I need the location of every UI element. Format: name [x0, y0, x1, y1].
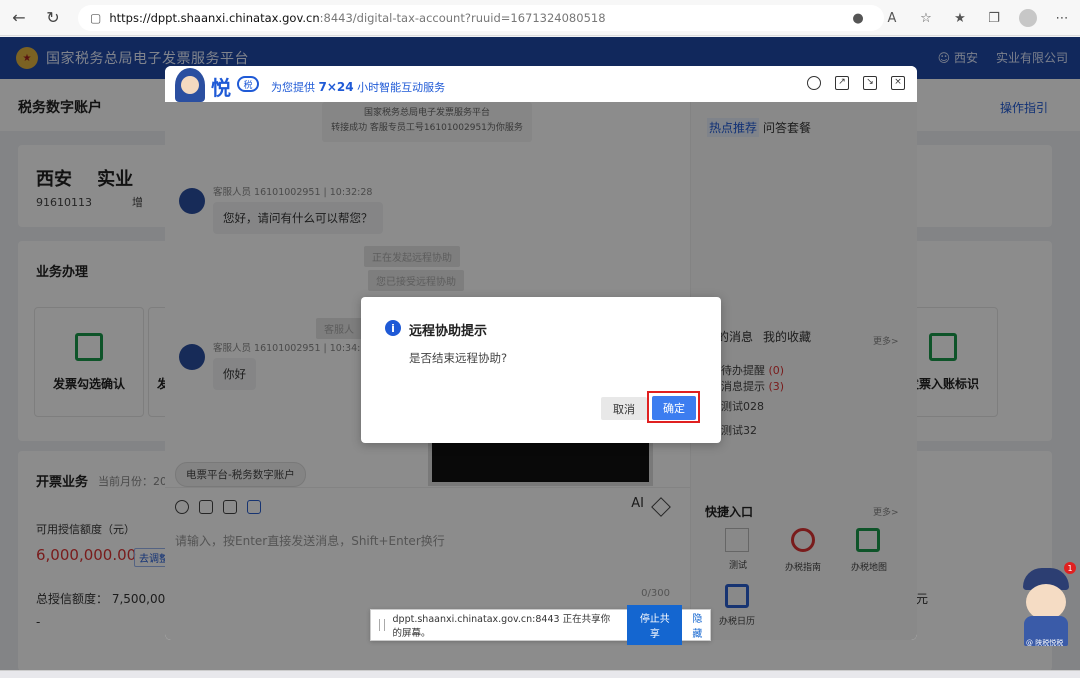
- close-icon[interactable]: ×: [891, 76, 905, 90]
- slogan: 为您提供 7×24 小时智能互动服务: [271, 80, 446, 94]
- hide-link[interactable]: 隐藏: [692, 610, 710, 640]
- notification-badge: 1: [1064, 562, 1076, 574]
- favorite-add-icon[interactable]: ☆: [914, 6, 938, 30]
- bot-face-icon: [181, 76, 199, 94]
- user-icon[interactable]: [807, 76, 821, 90]
- stop-sharing-button[interactable]: 停止共享: [627, 605, 683, 645]
- chat-header: 悦 税 为您提供 7×24 小时智能互动服务 ↗ ↘ ×: [165, 66, 917, 102]
- drag-handle-icon[interactable]: [379, 619, 385, 631]
- share-status: dppt.shaanxi.chinatax.gov.cn:8443 正在共享你的…: [392, 614, 611, 639]
- browser-actions: ● A ☆ ★ ❐ ⋯: [846, 6, 1074, 30]
- back-icon[interactable]: ←: [4, 3, 34, 33]
- url-path: :8443/digital-tax-account?ruuid=16713240…: [319, 11, 606, 25]
- taskbar: [0, 670, 1080, 678]
- profile-avatar[interactable]: [1016, 6, 1040, 30]
- remote-assist-dialog: i 远程协助提示 是否结束远程协助? 取消 确定: [361, 297, 721, 443]
- assistant-label: @ 陕税悦税: [1026, 639, 1064, 647]
- info-icon: i: [385, 320, 401, 336]
- collections-icon[interactable]: ❐: [982, 6, 1006, 30]
- url-domain: https://dppt.shaanxi.chinatax.gov.cn: [109, 11, 320, 25]
- dialog-title: 远程协助提示: [409, 324, 488, 339]
- floating-assistant[interactable]: 1 @ 陕税悦税: [1020, 562, 1076, 652]
- read-aloud-icon[interactable]: A: [880, 6, 904, 30]
- face-icon: [1026, 584, 1066, 620]
- cancel-button[interactable]: 取消: [601, 397, 647, 420]
- confirm-button[interactable]: 确定: [652, 396, 696, 420]
- lock-icon: ▢: [90, 11, 102, 25]
- dialog-message: 是否结束远程协助?: [409, 351, 508, 365]
- more-menu-icon[interactable]: ⋯: [1050, 6, 1074, 30]
- refresh-icon[interactable]: ↻: [38, 3, 68, 33]
- screen-share-bar: dppt.shaanxi.chinatax.gov.cn:8443 正在共享你的…: [370, 605, 711, 645]
- brand-logo: 悦: [211, 76, 231, 100]
- favorites-icon[interactable]: ★: [948, 6, 972, 30]
- expand-icon[interactable]: ↗: [835, 76, 849, 90]
- microphone-icon[interactable]: ●: [846, 6, 870, 30]
- minimize-icon[interactable]: ↘: [863, 76, 877, 90]
- address-bar[interactable]: ▢ https://dppt.shaanxi.chinatax.gov.cn:8…: [78, 5, 884, 31]
- brand-badge: 税: [237, 76, 259, 92]
